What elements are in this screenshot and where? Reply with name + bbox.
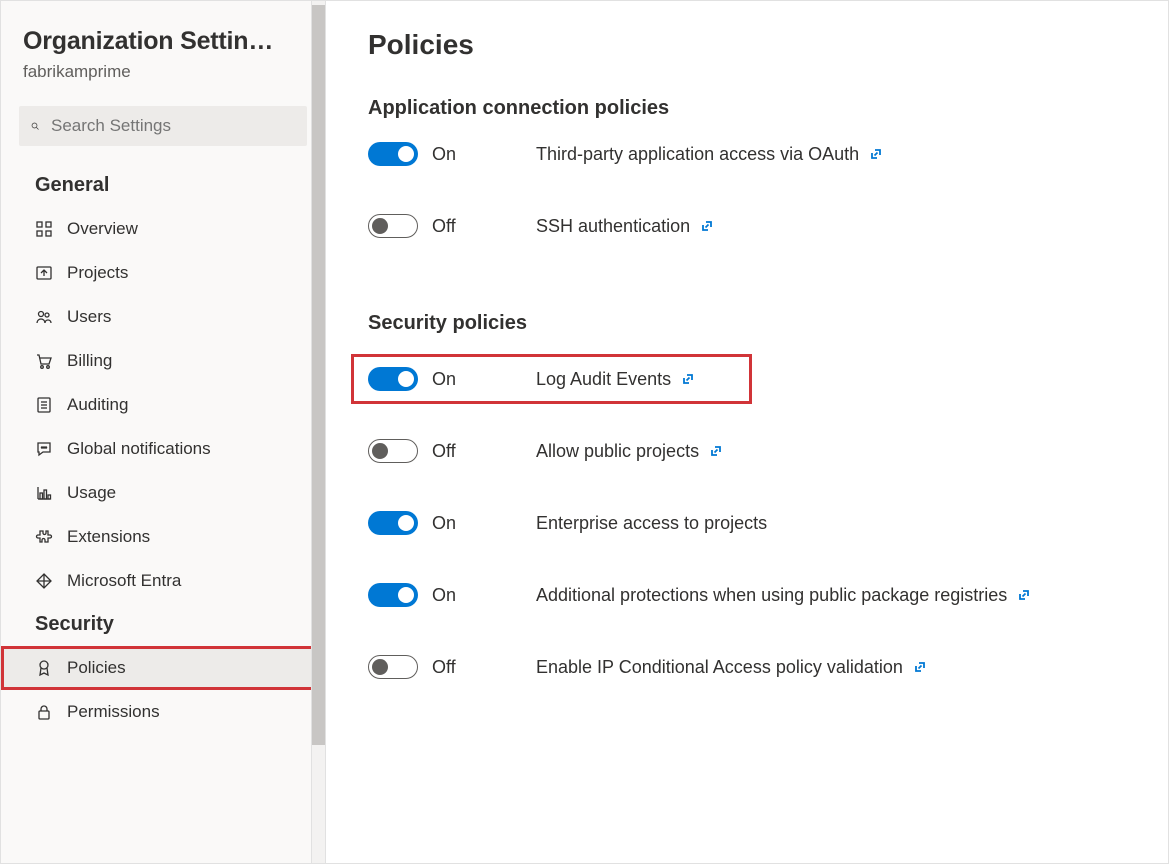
policy-toggle[interactable] <box>368 655 418 679</box>
sidebar-item-overview[interactable]: Overview <box>1 207 325 251</box>
policy-description-text: Allow public projects <box>536 441 699 462</box>
policy-toggle-wrap: Off <box>368 214 536 238</box>
sidebar: Organization Settin… fabrikamprime Gener… <box>1 1 326 863</box>
sidebar-item-label: Usage <box>67 483 116 503</box>
sidebar-item-projects[interactable]: Projects <box>1 251 325 295</box>
policy-description: Additional protections when using public… <box>536 585 1031 606</box>
sidebar-item-permissions[interactable]: Permissions <box>1 690 325 734</box>
policy-description-text: Additional protections when using public… <box>536 585 1007 606</box>
link-icon[interactable] <box>681 372 695 386</box>
sidebar-item-label: Permissions <box>67 702 160 722</box>
policy-row: Off SSH authentication <box>368 214 1126 238</box>
sidebar-item-label: Billing <box>67 351 112 371</box>
policy-toggle-wrap: On <box>368 142 536 166</box>
scrollbar-up-arrow[interactable]: ▲ <box>312 0 325 1</box>
policy-description: SSH authentication <box>536 216 714 237</box>
policy-row: On Third-party application access via OAu… <box>368 142 1126 166</box>
policy-row: On Additional protections when using publ… <box>368 583 1126 607</box>
sidebar-subtitle: fabrikamprime <box>23 62 303 82</box>
policy-description-text: Third-party application access via OAuth <box>536 144 859 165</box>
link-icon[interactable] <box>700 219 714 233</box>
sidebar-item-label: Projects <box>67 263 128 283</box>
sidebar-header: Organization Settin… fabrikamprime <box>1 1 325 92</box>
lock-icon <box>35 703 53 721</box>
sidebar-item-users[interactable]: Users <box>1 295 325 339</box>
sidebar-item-label: Extensions <box>67 527 150 547</box>
policy-toggle-state: Off <box>432 441 456 462</box>
policy-group-title: Application connection policies <box>368 97 1126 120</box>
policy-row: On Enterprise access to projects <box>368 511 1126 535</box>
link-icon[interactable] <box>913 660 927 674</box>
list-icon <box>35 396 53 414</box>
policy-description-text: SSH authentication <box>536 216 690 237</box>
policy-toggle-state: Off <box>432 216 456 237</box>
policy-toggle-wrap: On <box>368 367 536 391</box>
sidebar-item-policies[interactable]: Policies <box>1 646 325 690</box>
sidebar-item-extensions[interactable]: Extensions <box>1 515 325 559</box>
policy-toggle-state: On <box>432 369 456 390</box>
policy-toggle-state: Off <box>432 657 456 678</box>
policy-toggle[interactable] <box>368 214 418 238</box>
sidebar-item-label: Users <box>67 307 111 327</box>
policy-description: Log Audit Events <box>536 369 695 390</box>
link-icon[interactable] <box>869 147 883 161</box>
policy-description-text: Enable IP Conditional Access policy vali… <box>536 657 903 678</box>
policy-toggle[interactable] <box>368 511 418 535</box>
entra-icon <box>35 572 53 590</box>
policy-row: Off Enable IP Conditional Access policy v… <box>368 655 1126 679</box>
sidebar-item-label: Microsoft Entra <box>67 571 181 591</box>
policy-description: Third-party application access via OAuth <box>536 144 883 165</box>
badge-icon <box>35 659 53 677</box>
search-settings-box[interactable] <box>19 106 307 146</box>
scrollbar-thumb[interactable] <box>312 5 325 745</box>
policy-description: Allow public projects <box>536 441 723 462</box>
policy-toggle-wrap: Off <box>368 655 536 679</box>
sidebar-scrollbar[interactable]: ▲ <box>311 1 325 863</box>
policy-toggle-wrap: On <box>368 583 536 607</box>
policy-toggle[interactable] <box>368 583 418 607</box>
page-title: Policies <box>368 29 1126 61</box>
policy-toggle[interactable] <box>368 439 418 463</box>
sidebar-item-global-notifications[interactable]: Global notifications <box>1 427 325 471</box>
sidebar-title: Organization Settin… <box>23 27 303 56</box>
section-label-security: Security <box>1 603 325 646</box>
grid-icon <box>35 220 53 238</box>
sidebar-item-auditing[interactable]: Auditing <box>1 383 325 427</box>
link-icon[interactable] <box>709 444 723 458</box>
link-icon[interactable] <box>1017 588 1031 602</box>
sidebar-item-label: Global notifications <box>67 439 211 459</box>
policy-description: Enable IP Conditional Access policy vali… <box>536 657 927 678</box>
policy-toggle-state: On <box>432 144 456 165</box>
policy-row: Off Allow public projects <box>368 439 1126 463</box>
policy-description-text: Log Audit Events <box>536 369 671 390</box>
policy-toggle[interactable] <box>368 142 418 166</box>
main-content: Policies Application connection policies… <box>326 1 1168 863</box>
sidebar-item-label: Policies <box>67 658 126 678</box>
policy-description-text: Enterprise access to projects <box>536 513 767 534</box>
sidebar-item-microsoft-entra[interactable]: Microsoft Entra <box>1 559 325 603</box>
people-icon <box>35 308 53 326</box>
policy-toggle-wrap: On <box>368 511 536 535</box>
policy-row: On Log Audit Events <box>354 357 749 401</box>
upload-icon <box>35 264 53 282</box>
sidebar-item-label: Auditing <box>67 395 128 415</box>
sidebar-item-label: Overview <box>67 219 138 239</box>
puzzle-icon <box>35 528 53 546</box>
sidebar-scroll[interactable]: Organization Settin… fabrikamprime Gener… <box>1 1 325 863</box>
policy-group-title: Security policies <box>368 312 1126 335</box>
app-root: Organization Settin… fabrikamprime Gener… <box>0 0 1169 864</box>
section-label-general: General <box>1 164 325 207</box>
chart-icon <box>35 484 53 502</box>
chat-icon <box>35 440 53 458</box>
search-settings-input[interactable] <box>49 115 295 137</box>
policy-toggle-state: On <box>432 513 456 534</box>
policy-description: Enterprise access to projects <box>536 513 767 534</box>
policy-toggle-wrap: Off <box>368 439 536 463</box>
policy-toggle[interactable] <box>368 367 418 391</box>
sidebar-item-usage[interactable]: Usage <box>1 471 325 515</box>
cart-icon <box>35 352 53 370</box>
search-icon <box>31 117 49 135</box>
sidebar-item-billing[interactable]: Billing <box>1 339 325 383</box>
policy-toggle-state: On <box>432 585 456 606</box>
